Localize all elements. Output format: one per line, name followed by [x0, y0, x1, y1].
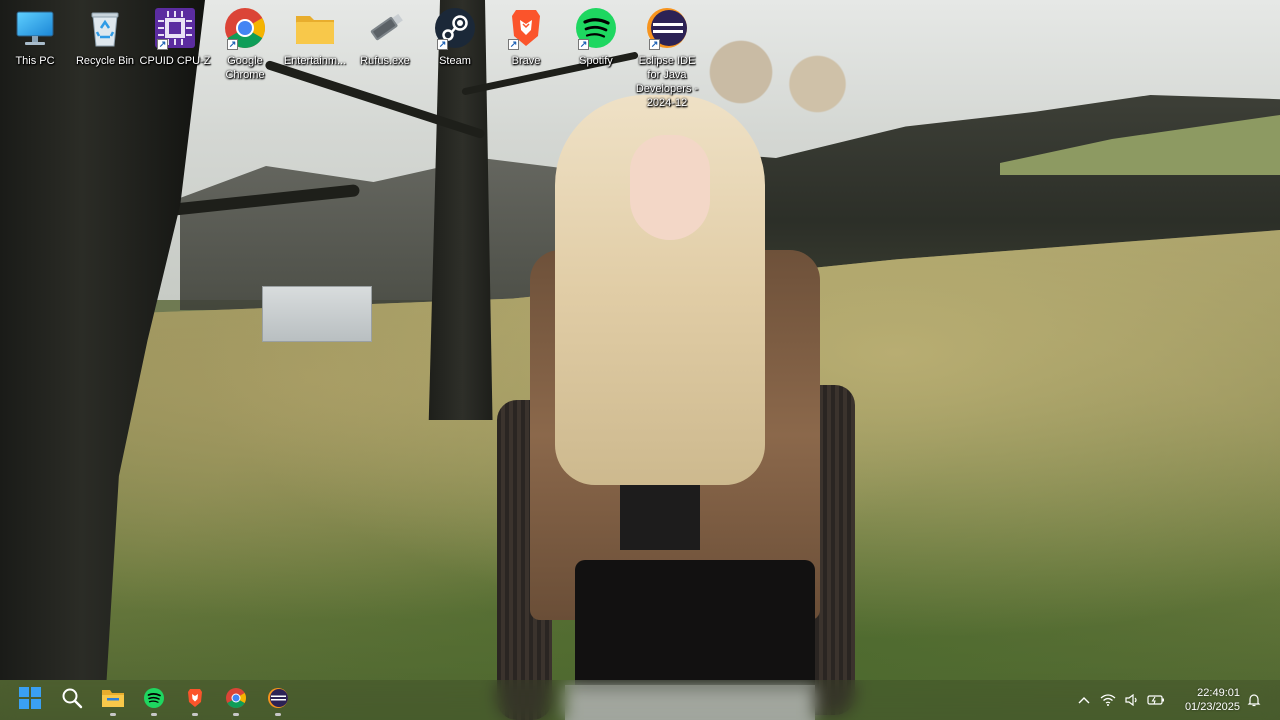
desktop-icon-label: CPUID CPU-Z — [139, 55, 211, 67]
desktop-icon-label: Spotify — [579, 55, 613, 67]
desktop-icon-recycle-bin[interactable]: Recycle Bin — [70, 4, 140, 68]
spotify-icon — [143, 687, 165, 714]
brave-icon — [184, 687, 206, 714]
folder-icon — [291, 4, 339, 52]
eclipse-icon: ↗ — [643, 4, 691, 52]
clock-time: 22:49:01 — [1197, 687, 1240, 699]
volume-icon[interactable] — [1120, 686, 1144, 714]
chrome-icon: ↗ — [221, 4, 269, 52]
desktop-icon-label: This PC — [15, 55, 55, 67]
spotify-icon: ↗ — [572, 4, 620, 52]
shortcut-arrow-icon: ↗ — [649, 39, 660, 50]
start-button[interactable] — [14, 684, 46, 716]
clock-date: 01/23/2025 — [1184, 701, 1240, 713]
taskbar-eclipse[interactable] — [262, 684, 294, 716]
taskbar: 22:49:01 01/23/2025 — [0, 680, 1280, 720]
desktop-icon-entertainment-folder[interactable]: Entertainm... — [280, 4, 350, 68]
wifi-icon[interactable] — [1096, 686, 1120, 714]
desktop-icon-label: Eclipse IDE for Java Developers - 2024-1… — [635, 55, 699, 109]
recycle-bin-icon — [81, 4, 129, 52]
chevron-up-icon[interactable] — [1072, 686, 1096, 714]
desktop-icon-google-chrome[interactable]: ↗ Google Chrome — [210, 4, 280, 82]
desktop-icon-eclipse[interactable]: ↗ Eclipse IDE for Java Developers - 2024… — [632, 4, 702, 110]
taskbar-chrome[interactable] — [220, 684, 252, 716]
brave-icon: ↗ — [502, 4, 550, 52]
desktop-icon-label: Brave — [511, 55, 541, 67]
desktop-icon-rufus[interactable]: Rufus.exe — [350, 4, 420, 68]
taskbar-search-button[interactable] — [56, 684, 88, 716]
system-tray — [1072, 680, 1168, 720]
windows-start-icon — [19, 686, 41, 714]
steam-icon: ↗ — [431, 4, 479, 52]
desktop-icon-steam[interactable]: ↗ Steam — [420, 4, 490, 68]
file-explorer-icon — [101, 687, 125, 714]
taskbar-clock[interactable]: 22:49:01 01/23/2025 — [1172, 682, 1248, 718]
desktop-icon-label: Google Chrome — [225, 55, 265, 81]
taskbar-file-explorer[interactable] — [97, 684, 129, 716]
desktop-icon-brave[interactable]: ↗ Brave — [491, 4, 561, 68]
shortcut-arrow-icon: ↗ — [437, 39, 448, 50]
shortcut-arrow-icon: ↗ — [508, 39, 519, 50]
monitor-icon — [11, 4, 59, 52]
eclipse-icon — [267, 687, 289, 714]
shortcut-arrow-icon: ↗ — [157, 39, 168, 50]
taskbar-spotify[interactable] — [138, 684, 170, 716]
desktop-icon-cpu-z[interactable]: ↗ CPUID CPU-Z — [140, 4, 210, 68]
chrome-icon — [225, 687, 247, 714]
desktop-icon-label: Recycle Bin — [75, 55, 135, 67]
desktop-icon-label: Rufus.exe — [360, 55, 410, 67]
taskbar-brave[interactable] — [179, 684, 211, 716]
battery-icon[interactable] — [1144, 686, 1168, 714]
cpu-z-icon: ↗ — [151, 4, 199, 52]
desktop-icon-label: Steam — [439, 55, 471, 67]
desktop-icon-label: Entertainm... — [283, 55, 347, 67]
rufus-icon — [361, 4, 409, 52]
shortcut-arrow-icon: ↗ — [578, 39, 589, 50]
search-icon — [61, 687, 83, 714]
notification-bell-icon[interactable] — [1242, 686, 1266, 714]
desktop-icon-this-pc[interactable]: This PC — [0, 4, 70, 68]
shortcut-arrow-icon: ↗ — [227, 39, 238, 50]
desktop-icon-spotify[interactable]: ↗ Spotify — [561, 4, 631, 68]
desktop-icon-area: This PC Recycle Bin ↗ CPUID CPU-Z ↗ Goog… — [0, 0, 1280, 680]
